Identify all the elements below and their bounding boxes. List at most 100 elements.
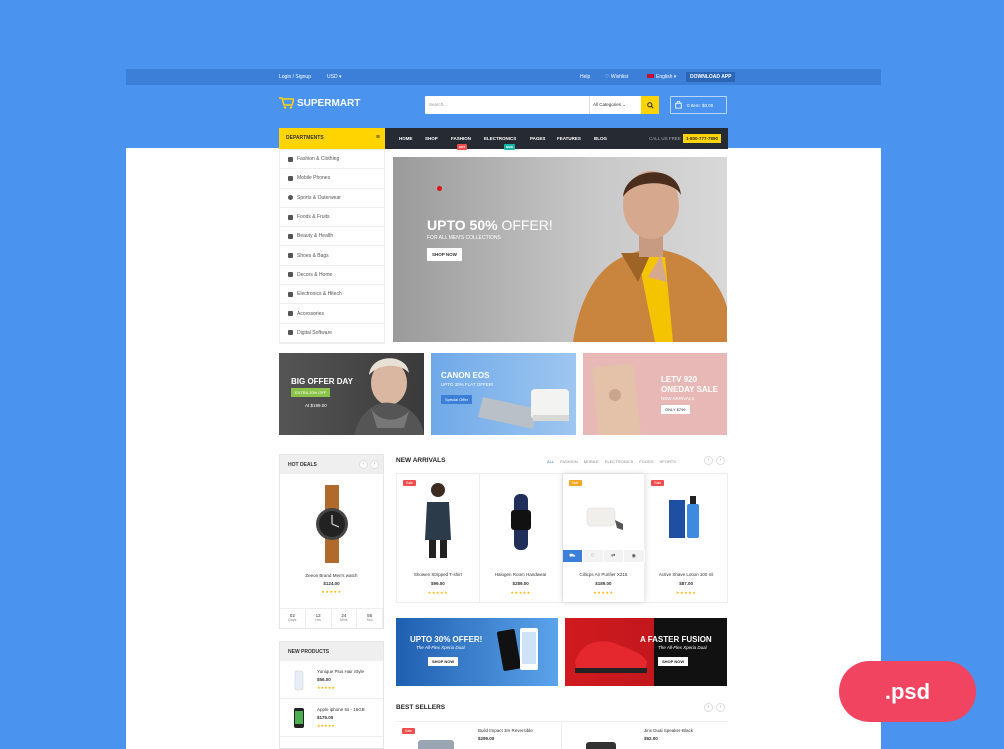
search-button[interactable]: [641, 96, 659, 114]
chevron-left-icon[interactable]: ‹: [704, 456, 713, 465]
product-name: Jinx Dual Speaker-Black: [644, 728, 694, 733]
product-rating: ★★★★★: [317, 685, 335, 690]
tab-all[interactable]: ALL: [547, 459, 554, 464]
banner1-price: At $199.00: [305, 403, 327, 408]
nav-blog[interactable]: BLOG: [594, 136, 607, 141]
hot-deal-price: $124.00: [323, 581, 340, 586]
best-seller-item[interactable]: Sale Build Impact 3m Reversible $299.00: [396, 722, 562, 749]
product-card[interactable]: Halogen Room Handwear $289.00 ★★★★★: [480, 474, 563, 602]
promo-banner-xperia[interactable]: UPTO 30% OFFER! The All-Flex Xperia Dual…: [396, 618, 558, 686]
new-arrivals-title: NEW ARRIVALS: [396, 457, 446, 464]
promo2-shop-now-button[interactable]: SHOP NOW: [658, 657, 689, 666]
cart-button[interactable]: 0 Item: $0.00: [670, 96, 727, 114]
banner-letv[interactable]: LETV 920 ONEDAY SALE NEW ARRIVALS ONLY $…: [583, 353, 727, 435]
list-item[interactable]: Apple iphone 5s - 16GB $175.00 ★★★★★: [280, 699, 383, 737]
best-seller-info: Jinx Dual Speaker-Black $92.00: [644, 728, 693, 741]
banner-big-offer[interactable]: BIG OFFER DAY EXTRA 20% OFF At $199.00: [279, 353, 424, 435]
product-price: $92.00: [644, 736, 658, 741]
sidebar-item-electronics[interactable]: Electronics & Hitech: [280, 285, 384, 305]
sidebar-item-decors[interactable]: Decors & Home: [280, 266, 384, 286]
best-seller-info: Build Impact 3m Reversible $299.00: [478, 728, 533, 741]
tab-sports[interactable]: SPORTS: [660, 459, 676, 464]
tab-fashion[interactable]: FASHION: [560, 459, 578, 464]
banner3-tag: ONLY $799: [661, 405, 690, 414]
language-select[interactable]: English ▾: [647, 74, 676, 80]
chevron-right-icon[interactable]: ›: [716, 703, 725, 712]
phone-number[interactable]: 1-800-777-7890: [683, 134, 722, 143]
hero-model-image: [573, 171, 727, 342]
sidebar-item-label: Shoes & Bags: [297, 252, 329, 259]
product-card[interactable]: Sale Showen Stripped T-shirt $99.00 ★★★★…: [397, 474, 480, 602]
search-input[interactable]: Search...: [425, 96, 589, 114]
banner2-tag: Special Offer: [441, 395, 473, 404]
sidebar-item-foods[interactable]: Foods & Fruits: [280, 208, 384, 228]
chevron-left-icon[interactable]: ‹: [359, 460, 368, 469]
nav-home[interactable]: HOME: [399, 136, 413, 141]
hotspot-dot[interactable]: [437, 186, 442, 191]
tab-electronics[interactable]: ELECTRONICS: [605, 459, 633, 464]
chevron-left-icon[interactable]: ‹: [704, 703, 713, 712]
banner3-title1: LETV 920: [661, 375, 698, 384]
shopping-bag-icon: [675, 101, 682, 109]
banner3-sub: NEW ARRIVALS: [661, 396, 695, 401]
chevron-down-icon: ⌄: [622, 102, 627, 107]
leaf-icon: [288, 214, 293, 220]
product-name: Yunique Plus Hair Style: [317, 669, 365, 674]
tab-mobile[interactable]: MOBILE: [584, 459, 599, 464]
new-products-box: NEW PRODUCTS Yunique Plus Hair Style $56…: [279, 641, 384, 749]
eye-icon[interactable]: ◉: [624, 550, 645, 562]
sidebar-item-sports[interactable]: Sports & Outerwear: [280, 189, 384, 208]
best-seller-item[interactable]: Jinx Dual Speaker-Black $92.00: [562, 722, 728, 749]
nav-electronics[interactable]: NEW ELECTRONICS: [484, 136, 516, 150]
help-link[interactable]: Help: [580, 74, 590, 80]
sidebar-item-fashion[interactable]: Fashion & Clothing: [280, 150, 384, 170]
wishlist-link[interactable]: ♡ Wishlist: [605, 74, 628, 80]
product-price: $299.00: [478, 736, 495, 741]
currency-select[interactable]: USD ▾: [327, 74, 341, 80]
promo1-shop-now-button[interactable]: SHOP NOW: [428, 657, 459, 666]
product-card-hover[interactable]: Sale ⛟ ♡ ⇄ ◉ Cillicps Air Purifier X215 …: [562, 474, 646, 602]
list-item[interactable]: Yunique Plus Hair Style $56.00 ★★★★★: [280, 661, 383, 699]
hamburger-icon: ≡: [375, 134, 380, 141]
nav-shop[interactable]: SHOP: [425, 136, 438, 141]
promo-banner-fusion[interactable]: A FASTER FUSION The All-Flex Xperia Dual…: [565, 618, 727, 686]
sidebar-item-software[interactable]: Digital Software: [280, 324, 384, 343]
chevron-right-icon[interactable]: ›: [370, 460, 379, 469]
sidebar-item-label: Electronics & Hitech: [297, 291, 342, 298]
nav-fashion[interactable]: HOT FASHION: [451, 136, 471, 150]
hot-deal-name[interactable]: Zeeon Brand Men's watch: [280, 573, 383, 578]
product-price: $175.00: [317, 715, 334, 720]
category-select[interactable]: All Categories ⌄: [589, 96, 641, 114]
countdown-label: Sec: [366, 618, 373, 622]
product-name: Showen Stripped T-shirt: [413, 572, 462, 577]
letv-phone-image: [592, 363, 641, 435]
banner-canon[interactable]: CANON EOS UPTO 30% FLAT OFFER! Special O…: [431, 353, 576, 435]
sidebar-item-shoes[interactable]: Shoes & Bags: [280, 246, 384, 266]
login-link[interactable]: Login / Signup: [279, 74, 311, 80]
download-app-button[interactable]: DOWNLOAD APP: [686, 72, 736, 82]
departments-label: DEPARTMENTS: [286, 135, 324, 141]
nav-features[interactable]: FEATURES: [557, 136, 581, 141]
product-card[interactable]: Sale Active Shave Lotion 100 ml $87.00 ★…: [645, 474, 727, 602]
sidebar-item-mobile[interactable]: Mobile Phones: [280, 169, 384, 189]
call-us-label: CALL US FREE: [649, 136, 681, 141]
dual-speaker-image: [586, 742, 616, 749]
product-name: Apple iphone 5s - 16GB: [317, 707, 365, 712]
departments-button[interactable]: DEPARTMENTS ≡: [279, 128, 385, 149]
chevron-right-icon[interactable]: ›: [716, 456, 725, 465]
nav-pages[interactable]: PAGES: [530, 136, 545, 141]
product-price: $189.00: [595, 581, 612, 586]
sidebar-item-beauty[interactable]: Beauty & Health: [280, 227, 384, 247]
add-to-cart-icon[interactable]: ⛟: [562, 550, 583, 562]
tab-foods[interactable]: FOODS: [639, 459, 653, 464]
sidebar-item-label: Accessories: [297, 310, 324, 317]
countdown-secs: 56 Sec: [357, 609, 383, 628]
logo-text: SUPERMART: [297, 97, 361, 109]
sidebar-item-accessories[interactable]: Accessories: [280, 304, 384, 324]
logo[interactable]: SUPERMART: [279, 97, 360, 109]
hero-shop-now-button[interactable]: SHOP NOW: [427, 248, 462, 261]
phone-icon: [288, 175, 293, 181]
compare-icon[interactable]: ⇄: [603, 550, 624, 562]
promo2-title: A FASTER FUSION: [640, 635, 712, 644]
heart-icon[interactable]: ♡: [583, 550, 604, 562]
